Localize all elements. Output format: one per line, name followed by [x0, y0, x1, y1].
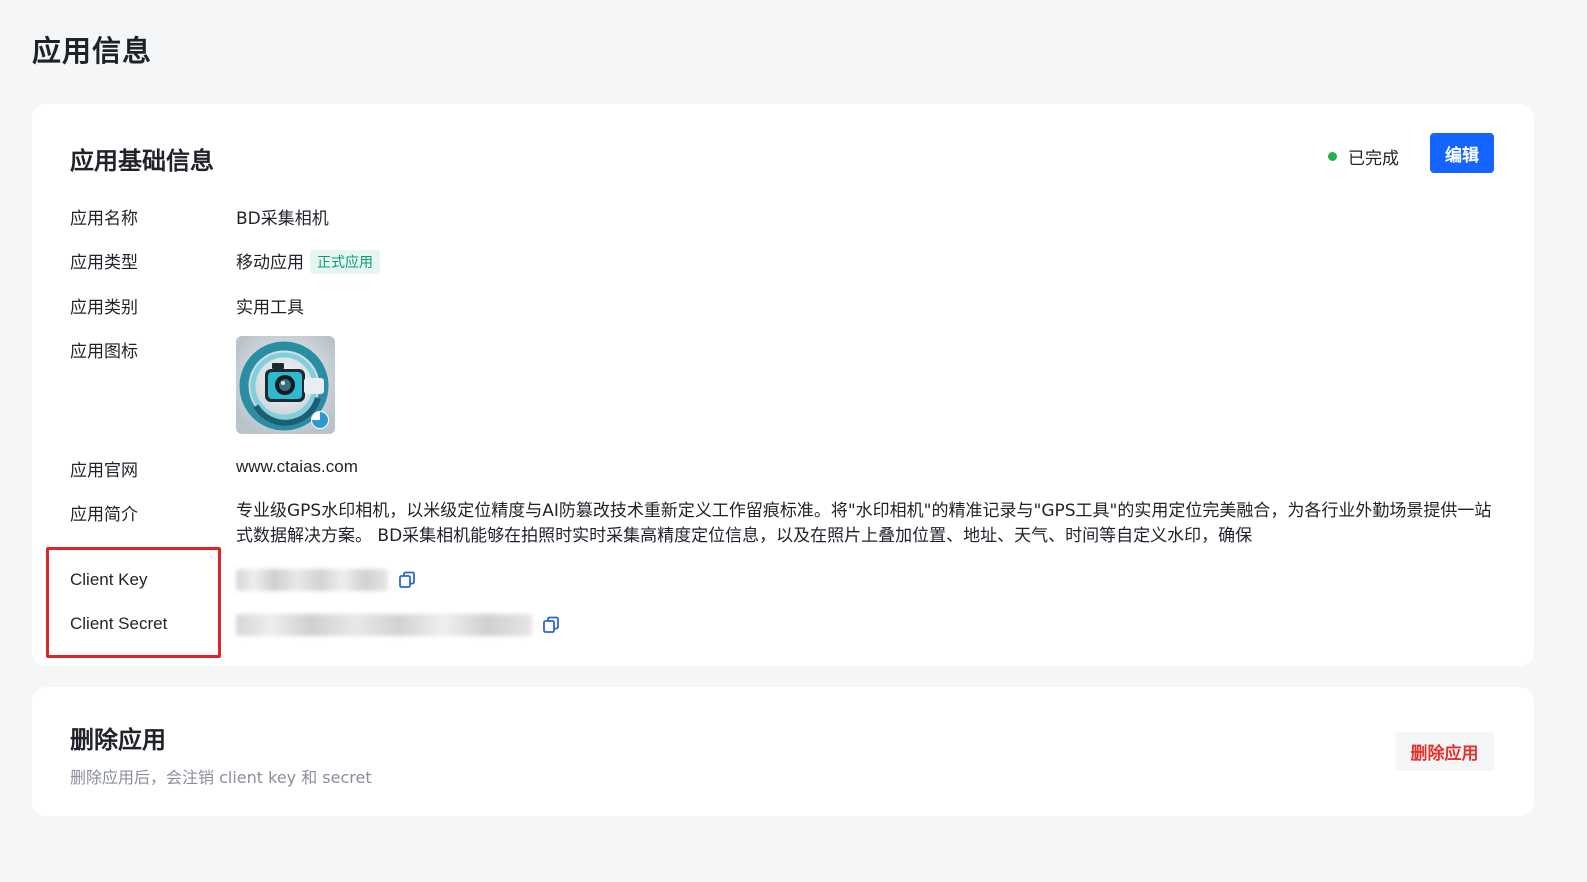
- copy-icon[interactable]: [542, 616, 560, 634]
- edit-button[interactable]: 编辑: [1430, 133, 1494, 173]
- app-category-label: 应用类别: [70, 298, 138, 318]
- app-website-value: www.ctaias.com: [236, 457, 358, 476]
- client-secret-value-redacted: [236, 614, 532, 636]
- camera-app-icon: [236, 336, 335, 434]
- app-category-value: 实用工具: [236, 298, 304, 318]
- basic-info-title: 应用基础信息: [70, 147, 214, 175]
- app-type-row: 移动应用 正式应用: [236, 248, 380, 274]
- highlight-box: [46, 547, 221, 658]
- app-website-label: 应用官网: [70, 461, 138, 481]
- status-dot-icon: [1328, 152, 1337, 161]
- app-type-label: 应用类型: [70, 253, 138, 273]
- delete-app-title: 删除应用: [70, 726, 166, 754]
- app-type-tag: 正式应用: [310, 250, 380, 274]
- client-key-value-redacted: [236, 569, 388, 591]
- client-key-label: Client Key: [70, 570, 148, 589]
- delete-app-button[interactable]: 删除应用: [1395, 732, 1494, 771]
- basic-info-card: 应用基础信息 已完成 编辑 应用名称 BD采集相机 应用类型 移动应用 正式应用 …: [32, 104, 1534, 666]
- status-label: 已完成: [1348, 149, 1399, 169]
- app-intro-value: 专业级GPS水印相机，以米级定位精度与AI防篡改技术重新定义工作留痕标准。将"水…: [236, 501, 1492, 546]
- app-name-label: 应用名称: [70, 209, 138, 229]
- copy-icon[interactable]: [398, 571, 416, 589]
- delete-app-description: 删除应用后，会注销 client key 和 secret: [70, 768, 372, 787]
- status-indicator: 已完成: [1328, 144, 1399, 169]
- app-name-value: BD采集相机: [236, 209, 329, 229]
- client-secret-label: Client Secret: [70, 614, 168, 633]
- app-type-value: 移动应用: [236, 253, 304, 273]
- app-icon-label: 应用图标: [70, 342, 138, 362]
- page-title: 应用信息: [32, 34, 153, 68]
- delete-app-card: 删除应用 删除应用后，会注销 client key 和 secret 删除应用: [32, 687, 1534, 816]
- app-intro-label: 应用简介: [70, 505, 138, 525]
